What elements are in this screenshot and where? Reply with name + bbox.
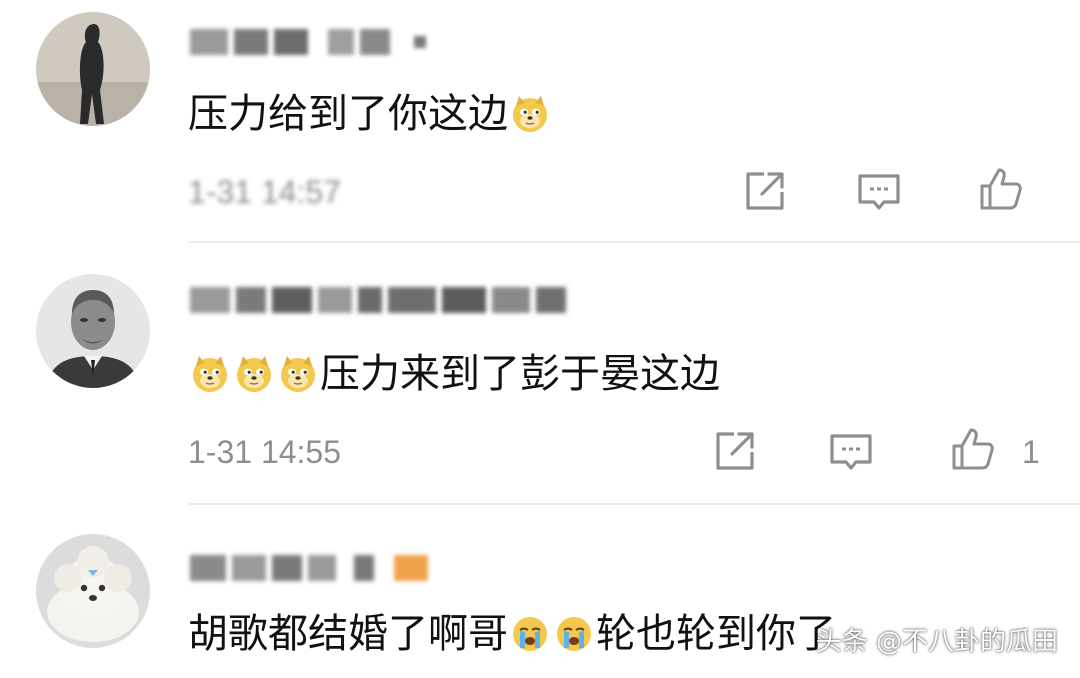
avatar[interactable] — [36, 534, 150, 648]
comment-body-part2: 轮也轮到你了 — [596, 611, 836, 657]
comment-body-part1: 胡歌都结婚了啊哥 — [188, 611, 508, 657]
crying-emoji — [510, 614, 550, 654]
crying-emoji — [554, 614, 594, 654]
username-blurred[interactable] — [190, 280, 566, 320]
thumbs-up-icon — [952, 428, 994, 470]
share-button[interactable] — [742, 168, 788, 214]
thumbs-up-icon — [980, 168, 1022, 210]
comment-text: 压力来到了彭于晏这边 — [188, 346, 720, 402]
like-button[interactable] — [950, 426, 996, 472]
avatar[interactable] — [36, 12, 150, 126]
doge-emoji — [190, 354, 230, 394]
comment-icon — [858, 174, 900, 210]
reply-button[interactable] — [856, 170, 902, 216]
doge-emoji — [278, 354, 318, 394]
avatar[interactable] — [36, 274, 150, 388]
like-count: 1 — [1022, 434, 1040, 470]
divider — [188, 503, 1080, 505]
watermark: 头条 @不八卦的瓜田 — [815, 627, 1058, 657]
comment-text: 压力给到了你这边 — [188, 86, 552, 142]
comment-body: 压力给到了你这边 — [188, 91, 508, 137]
reply-button[interactable] — [828, 430, 874, 476]
like-button[interactable] — [978, 166, 1024, 212]
comment-text: 胡歌都结婚了啊哥 轮也轮到你了 — [188, 606, 836, 662]
share-button[interactable] — [712, 428, 758, 474]
divider — [188, 241, 1080, 243]
doge-emoji — [510, 94, 550, 134]
comment-icon — [830, 434, 872, 470]
comment-body: 压力来到了彭于晏这边 — [320, 351, 720, 397]
timestamp: 1-31 14:57 — [188, 174, 342, 210]
share-icon — [746, 172, 784, 210]
share-icon — [716, 432, 754, 470]
timestamp: 1-31 14:55 — [188, 434, 342, 470]
username-blurred[interactable] — [190, 548, 428, 588]
username-blurred[interactable] — [190, 22, 426, 62]
doge-emoji — [234, 354, 274, 394]
